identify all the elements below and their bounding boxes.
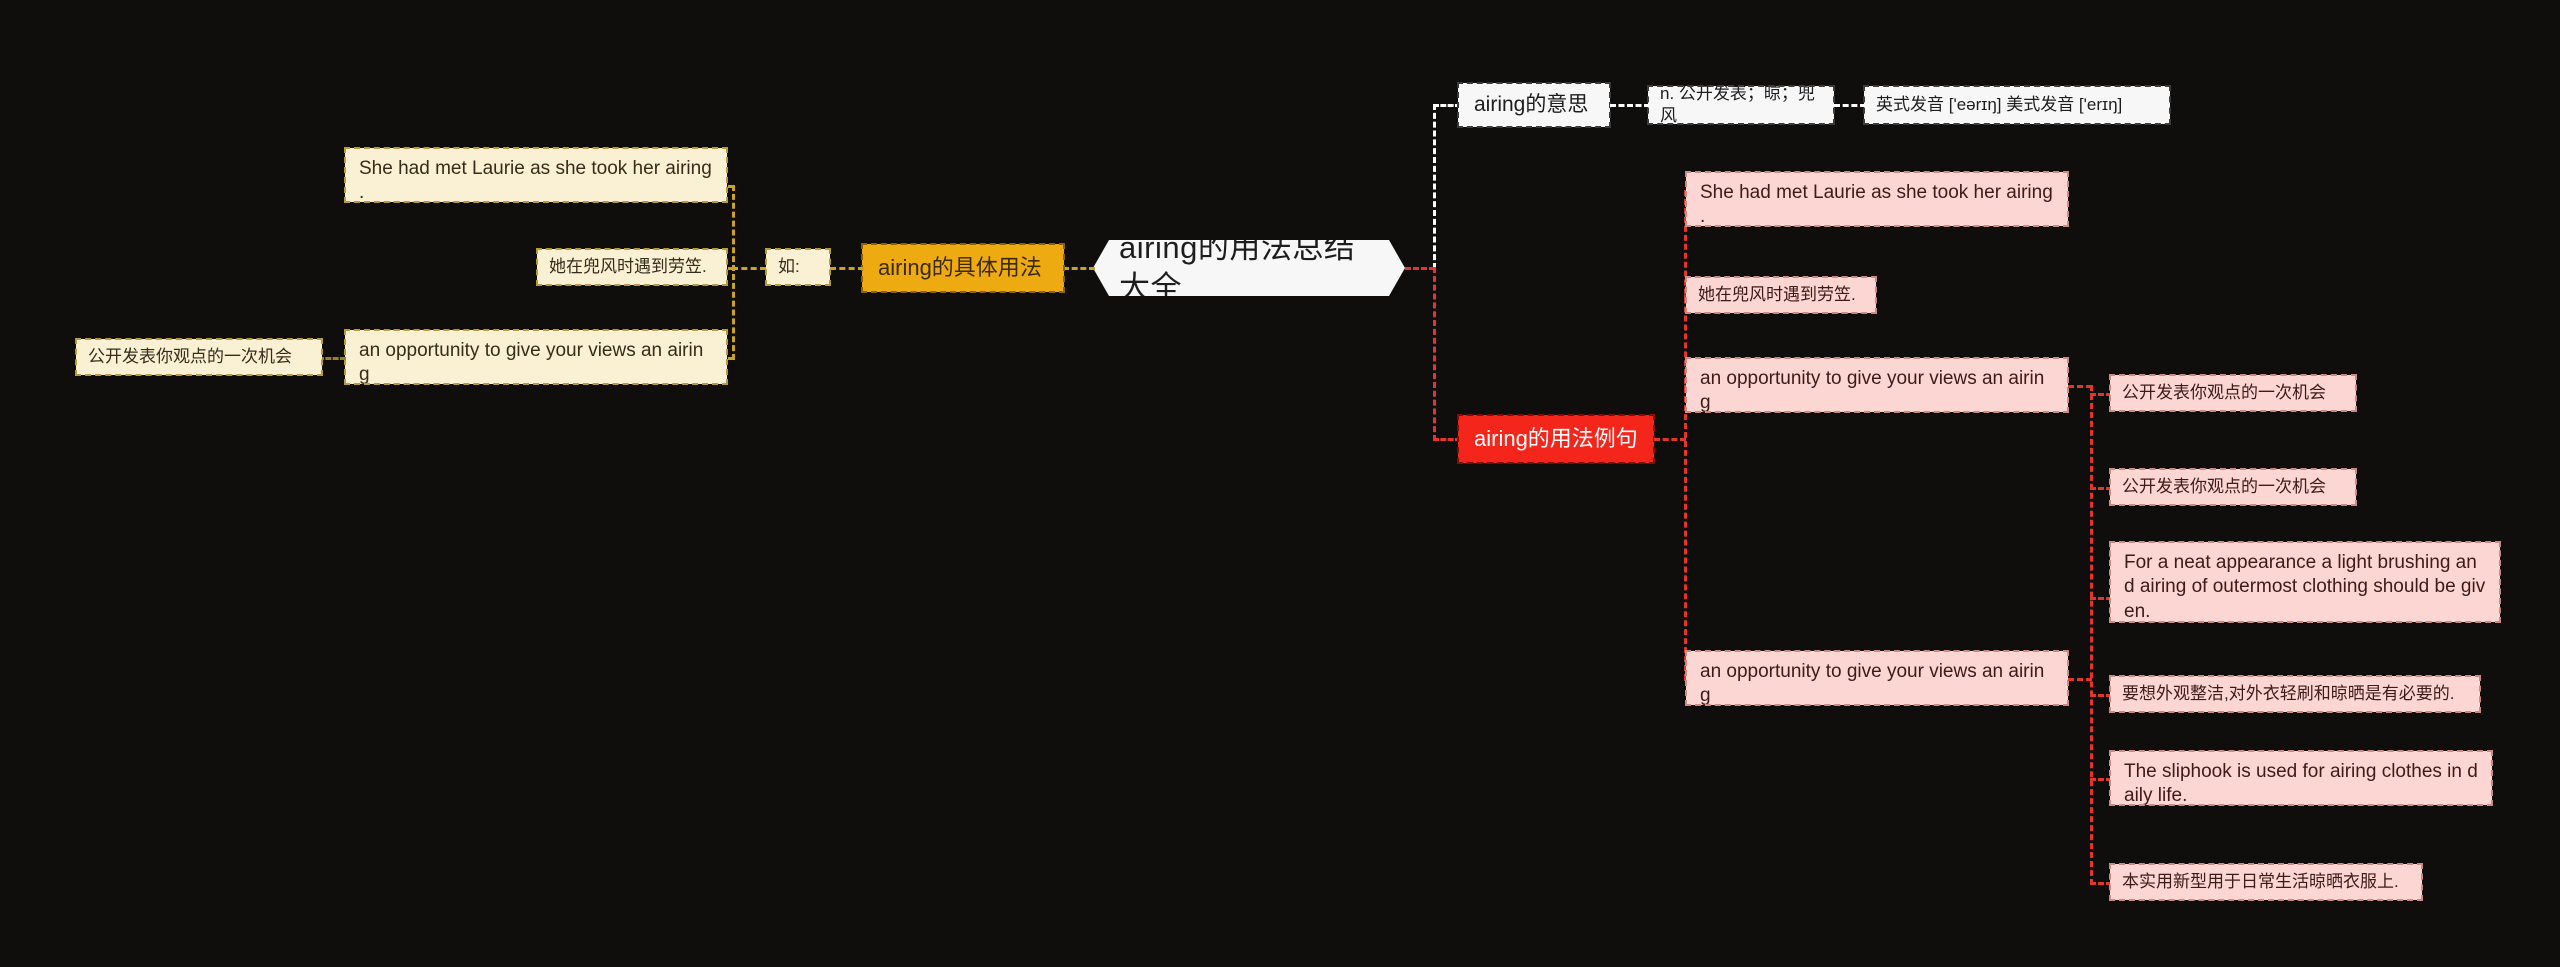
node-usage-example-2-en[interactable]: an opportunity to give your views an air… [344,329,728,385]
node-sentence-2-en-text: an opportunity to give your views an air… [1700,368,2045,414]
node-airing-meaning[interactable]: airing的意思 [1457,82,1611,128]
connector-root-to-sentences-stub [1405,267,1435,270]
connector-definition-to-pronunciation [1834,104,1866,107]
node-airing-usage-label: airing的具体用法 [878,254,1042,280]
connector-usage-example-2-to-zh [318,357,346,360]
node-airing-sentences-label: airing的用法例句 [1474,425,1638,451]
connector-sentences-horizontal [1433,438,1461,441]
connector-meaning-horizontal [1433,104,1461,107]
node-sentence-4-en-text: an opportunity to give your views an air… [1700,661,2045,707]
node-sentence-4-zh[interactable]: 要想外观整洁,对外衣轻刷和晾晒是有必要的. [2109,675,2481,713]
node-usage-example-1-zh-text: 她在兜风时遇到劳笠. [549,257,707,277]
node-usage-example-1-en[interactable]: She had met Laurie as she took her airin… [344,147,728,203]
node-sentence-1-en-text: She had met Laurie as she took her airin… [1700,182,2059,228]
node-usage-example-2-zh[interactable]: 公开发表你观点的一次机会 [75,338,323,376]
node-sentence-5-en-text: The sliphook is used for airing clothes … [2124,761,2478,807]
connector-mid-to-right-s4 [2068,678,2092,681]
node-airing-meaning-label: airing的意思 [1474,92,1589,116]
mindmap-canvas: airing的用法总结大全 airing的意思 n. 公开发表；晾；兜风 英式发… [0,0,2560,967]
node-sentence-1-zh-text: 她在兜风时遇到劳笠. [1698,285,1856,305]
connector-sentences-vertical [1433,267,1436,441]
node-sentence-1-en[interactable]: She had met Laurie as she took her airin… [1685,171,2069,227]
node-definition-text: n. 公开发表；晾；兜风 [1660,84,1815,125]
node-sentence-2-en[interactable]: an opportunity to give your views an air… [1685,357,2069,413]
node-airing-usage[interactable]: airing的具体用法 [861,243,1065,293]
node-usage-example-1-zh[interactable]: 她在兜风时遇到劳笠. [536,248,728,286]
node-sentence-3-en-text: For a neat appearance a light brushing a… [2124,552,2486,622]
node-sentence-2-zh-b-text: 公开发表你观点的一次机会 [2122,477,2326,497]
node-sentence-2-zh-a-text: 公开发表你观点的一次机会 [2122,383,2326,403]
node-sentence-4-zh-text: 要想外观整洁,对外衣轻刷和晾晒是有必要的. [2122,684,2455,704]
root-node-label: airing的用法总结大全 [1119,230,1356,305]
connector-mid-to-right-s2 [2068,385,2092,388]
connector-hook-r3 [2090,597,2112,600]
node-sentence-5-en[interactable]: The sliphook is used for airing clothes … [2109,750,2493,806]
node-pronunciation-text: 英式发音 ['eərɪŋ] 美式发音 ['erɪŋ] [1876,95,2123,115]
connector-usage-to-ru [830,267,864,270]
connector-sentences-spine [1684,190,1687,680]
node-airing-sentences[interactable]: airing的用法例句 [1457,414,1655,464]
node-pronunciation[interactable]: 英式发音 ['eərɪŋ] 美式发音 ['erɪŋ] [1863,85,2171,125]
connector-right-column-spine [2090,385,2093,885]
connector-root-to-usage [1063,267,1095,270]
node-sentence-3-en[interactable]: For a neat appearance a light brushing a… [2109,541,2501,623]
connector-meaning-to-definition [1610,104,1650,107]
connector-hook-r6 [2090,882,2112,885]
connector-sentences-spine-stub [1654,438,1686,441]
node-sentence-4-en[interactable]: an opportunity to give your views an air… [1685,650,2069,706]
node-sentence-2-zh-b[interactable]: 公开发表你观点的一次机会 [2109,468,2357,506]
node-sentence-5-zh-text: 本实用新型用于日常生活晾晒衣服上. [2122,872,2399,892]
node-usage-example-2-en-text: an opportunity to give your views an air… [359,340,704,386]
connector-usage-spine [732,185,735,360]
node-usage-connector-label[interactable]: 如: [765,248,831,286]
connector-meaning-vertical [1433,104,1436,269]
connector-hook-r4 [2090,694,2112,697]
node-sentence-2-zh-a[interactable]: 公开发表你观点的一次机会 [2109,374,2357,412]
node-usage-connector-label-text: 如: [778,257,800,277]
connector-hook-r5 [2090,778,2112,781]
node-usage-example-2-zh-text: 公开发表你观点的一次机会 [88,347,292,367]
root-node[interactable]: airing的用法总结大全 [1093,240,1405,296]
connector-ru-stub [732,267,766,270]
node-definition[interactable]: n. 公开发表；晾；兜风 [1647,84,1835,125]
connector-hook-r2 [2090,487,2112,490]
connector-hook-r1 [2090,393,2112,396]
node-usage-example-1-en-text: She had met Laurie as she took her airin… [359,158,718,204]
node-sentence-5-zh[interactable]: 本实用新型用于日常生活晾晒衣服上. [2109,863,2423,901]
node-sentence-1-zh[interactable]: 她在兜风时遇到劳笠. [1685,276,1877,314]
